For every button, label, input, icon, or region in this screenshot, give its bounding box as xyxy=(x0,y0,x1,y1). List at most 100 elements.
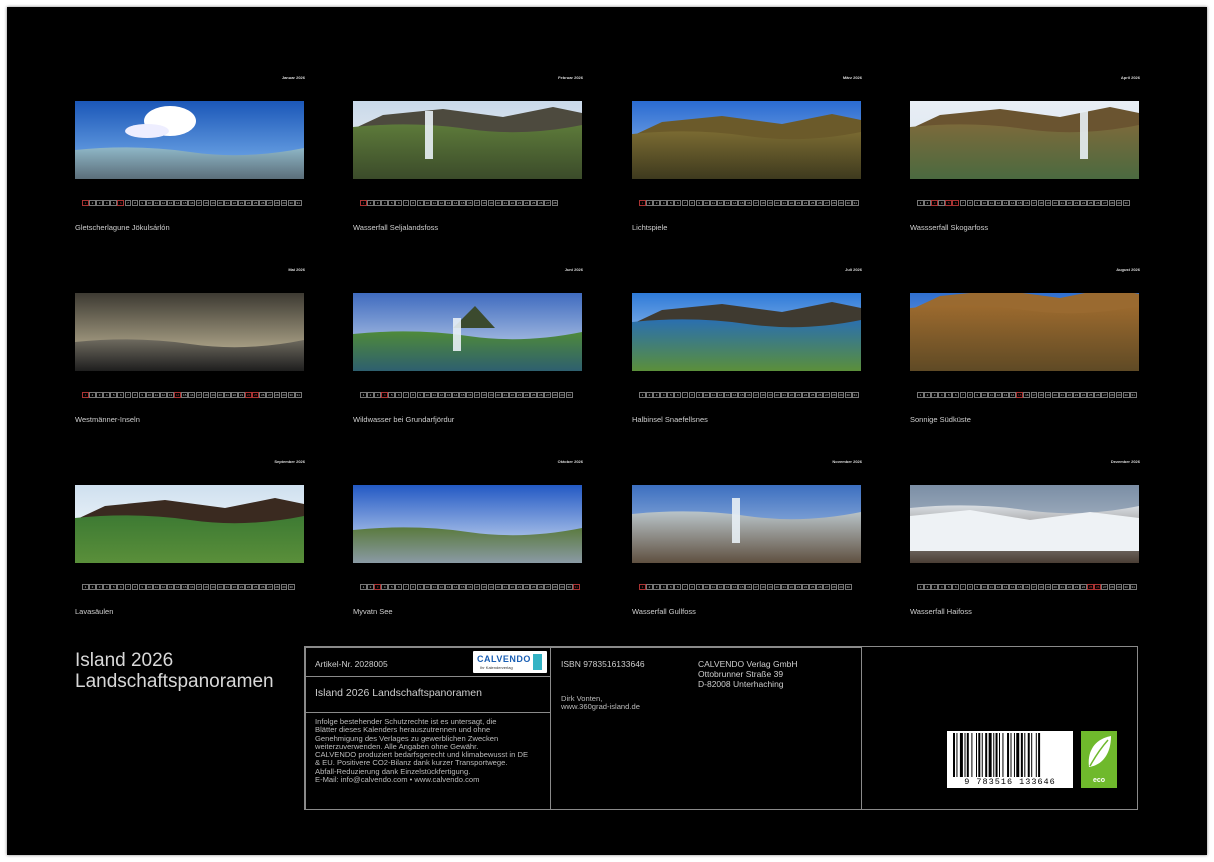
day-cell: 7 xyxy=(124,200,132,206)
day-cell: 10 xyxy=(145,584,153,590)
day-cell: 4 xyxy=(381,392,389,398)
day-cell: 10 xyxy=(702,200,710,206)
day-cell: 15 xyxy=(459,392,467,398)
day-cell: 20 xyxy=(1051,584,1059,590)
photo-caption: Westmänner-Inseln xyxy=(75,415,140,424)
calvendo-logo: CALVENDO Ihr Kalenderverlag xyxy=(473,651,547,673)
panorama xyxy=(75,485,304,563)
day-cell: 1 xyxy=(360,584,367,590)
photo-caption: Wasserfall Gullfoss xyxy=(632,607,696,616)
day-cell: 28 xyxy=(830,200,838,206)
day-grid: 1 2 3 4 5 6 7 8 9 10 11 12 13 14 15 16 17 18 19 20 21 22 23 24 2… xyxy=(917,200,1130,206)
panorama xyxy=(632,101,861,179)
photo-caption: Wasserfall Seljalandsfoss xyxy=(353,223,439,232)
day-cell: 30 xyxy=(844,584,852,590)
day-cell: 16 xyxy=(1023,584,1031,590)
day-cell: 20 xyxy=(216,392,224,398)
day-cell: 5 xyxy=(388,392,396,398)
day-cell: 25 xyxy=(530,392,538,398)
day-cell: 17 xyxy=(195,392,203,398)
day-cell: 17 xyxy=(752,200,760,206)
day-cell: 18 xyxy=(759,584,767,590)
day-cell: 27 xyxy=(544,200,552,206)
day-cell: 7 xyxy=(681,584,689,590)
day-cell: 8 xyxy=(966,392,974,398)
calvendo-logo-mark xyxy=(533,654,542,670)
day-cell: 21 xyxy=(501,392,509,398)
day-cell: 2 xyxy=(646,200,653,206)
day-cell: 5 xyxy=(388,584,396,590)
day-cell: 26 xyxy=(537,584,545,590)
day-cell: 24 xyxy=(802,392,809,398)
month-title: Januar 2026 xyxy=(281,75,305,80)
day-cell: 12 xyxy=(160,584,167,590)
panorama xyxy=(632,293,861,371)
day-cell: 14 xyxy=(1009,200,1017,206)
day-cell: 31 xyxy=(572,584,580,590)
day-cell: 10 xyxy=(980,200,988,206)
panorama-photo xyxy=(910,485,1139,563)
day-cell: 19 xyxy=(487,584,495,590)
day-cell: 4 xyxy=(660,200,668,206)
month-panel: Mai 2026 1 2 3 4 5 6 7 8 9 10 11 12 13 14 15 16 17 18 19 20… xyxy=(75,267,305,437)
isbn: ISBN 9783516133646 xyxy=(561,659,645,669)
month-panel: August 2026 1 2 3 4 5 6 7 8 9 10 11 12 13 14 15 16 17 18 1… xyxy=(910,267,1140,437)
day-cell: 2 xyxy=(924,392,931,398)
day-cell: 3 xyxy=(96,584,103,590)
day-cell: 16 xyxy=(188,584,196,590)
panorama-photo xyxy=(75,101,304,179)
day-cell: 21 xyxy=(501,200,509,206)
day-cell: 27 xyxy=(266,392,274,398)
day-cell: 29 xyxy=(280,392,288,398)
publisher-cell: ISBN 9783516133646 CALVENDO Verlag GmbH O… xyxy=(550,647,862,810)
day-cell: 7 xyxy=(402,392,410,398)
day-cell: 16 xyxy=(745,584,753,590)
day-cell: 17 xyxy=(752,584,760,590)
day-cell: 9 xyxy=(973,584,981,590)
day-cell: 6 xyxy=(674,584,682,590)
day-cell: 17 xyxy=(1030,200,1038,206)
day-cell: 23 xyxy=(238,200,245,206)
product-title: Island 2026 Landschaftspanoramen xyxy=(315,687,482,699)
panorama-photo xyxy=(353,485,582,563)
day-cell: 14 xyxy=(731,392,739,398)
day-cell: 10 xyxy=(702,584,710,590)
day-cell: 24 xyxy=(523,392,530,398)
day-cell: 5 xyxy=(945,200,953,206)
product-title-cell: Island 2026 Landschaftspanoramen xyxy=(305,676,551,713)
day-cell: 30 xyxy=(844,392,852,398)
day-cell: 5 xyxy=(110,584,118,590)
day-cell: 1 xyxy=(360,200,367,206)
day-cell: 26 xyxy=(816,392,824,398)
day-cell: 5 xyxy=(110,200,118,206)
day-cell: 5 xyxy=(945,584,953,590)
day-cell: 26 xyxy=(1094,584,1102,590)
day-cell: 26 xyxy=(259,584,267,590)
photo-caption: Sonnige Südküste xyxy=(910,415,971,424)
day-cell: 20 xyxy=(494,584,502,590)
day-cell: 31 xyxy=(851,392,859,398)
day-grid: 1 2 3 4 5 6 7 8 9 10 11 12 13 14 15 16 17 18 19 20 21 22 23 24 2… xyxy=(82,200,302,206)
day-cell: 16 xyxy=(745,200,753,206)
panorama-photo xyxy=(353,293,582,371)
photo-caption: Lichtspiele xyxy=(632,223,668,232)
day-cell: 11 xyxy=(987,200,995,206)
day-cell: 2 xyxy=(924,584,931,590)
day-cell: 16 xyxy=(1023,200,1031,206)
day-cell: 27 xyxy=(823,392,831,398)
day-cell: 29 xyxy=(280,200,288,206)
month-panel: Juli 2026 1 2 3 4 5 6 7 8 9 10 11 12 13 14 15 16 17 18 19 2… xyxy=(632,267,862,437)
leaf-icon xyxy=(1088,736,1111,767)
panorama-photo xyxy=(353,101,582,179)
day-cell: 17 xyxy=(195,200,203,206)
photo-caption: Lavasäulen xyxy=(75,607,114,616)
day-cell: 22 xyxy=(230,200,238,206)
panorama-photo xyxy=(632,293,861,371)
calvendo-logo-text: CALVENDO xyxy=(477,654,531,664)
day-cell: 1 xyxy=(82,392,89,398)
day-grid: 1 2 3 4 5 6 7 8 9 10 11 12 13 14 15 16 17 18 19 20 21 22 23 24 2… xyxy=(639,392,859,398)
panorama-photo xyxy=(910,101,1139,179)
day-cell: 18 xyxy=(202,392,210,398)
day-cell: 20 xyxy=(494,200,502,206)
day-cell: 2 xyxy=(367,392,374,398)
